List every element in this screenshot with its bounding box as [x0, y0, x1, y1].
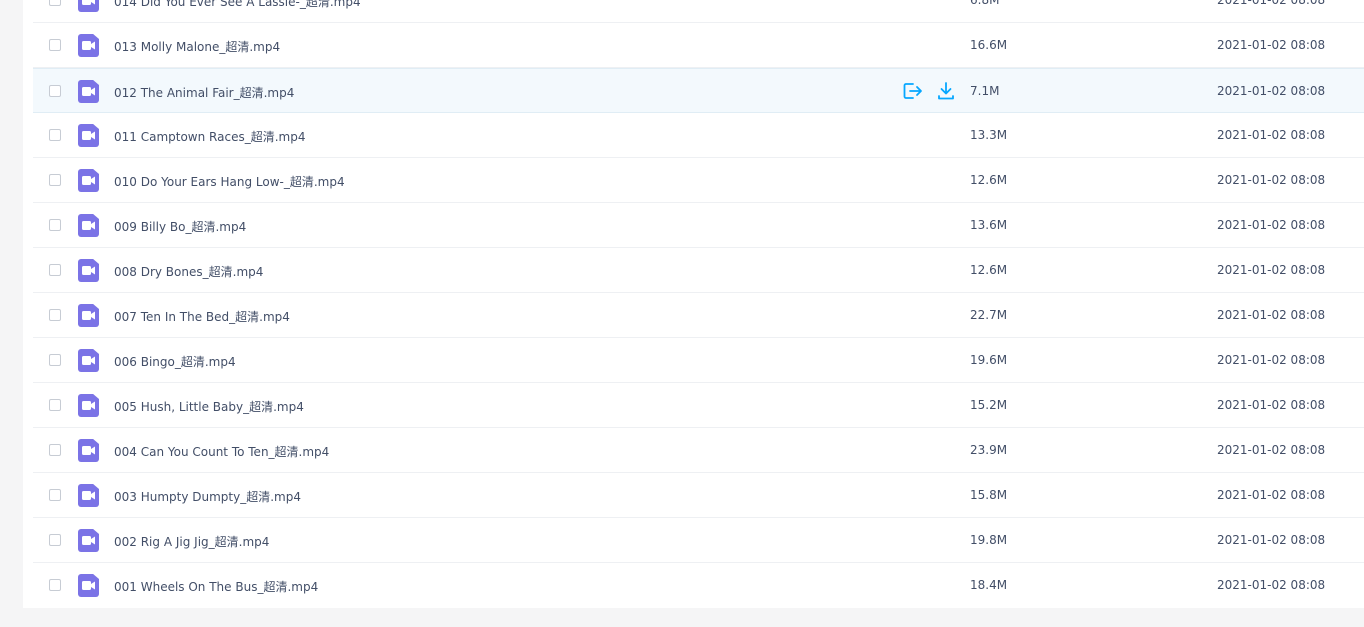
file-row[interactable]: 007 Ten In The Bed_超清.mp4 22.7M 2021-01-…	[33, 293, 1364, 338]
row-checkbox[interactable]	[49, 0, 61, 6]
file-row[interactable]: 004 Can You Count To Ten_超清.mp4 23.9M 20…	[33, 428, 1364, 473]
file-row[interactable]: 011 Camptown Races_超清.mp4 13.3M 2021-01-…	[33, 113, 1364, 158]
video-file-icon	[78, 574, 99, 597]
file-name[interactable]: 009 Billy Bo_超清.mp4	[114, 218, 246, 235]
file-date: 2021-01-02 08:08	[1217, 84, 1326, 98]
file-date: 2021-01-02 08:08	[1217, 398, 1326, 412]
file-size: 13.6M	[970, 218, 1008, 232]
file-size: 19.8M	[970, 533, 1008, 547]
file-date: 2021-01-02 08:08	[1217, 533, 1326, 547]
row-checkbox[interactable]	[49, 579, 61, 591]
download-icon[interactable]	[935, 81, 957, 101]
video-file-icon	[78, 34, 99, 57]
file-name[interactable]: 004 Can You Count To Ten_超清.mp4	[114, 443, 329, 460]
file-row[interactable]: 014 Did You Ever See A Lassie-_超清.mp4 6.…	[33, 0, 1364, 23]
file-size: 12.6M	[970, 263, 1008, 277]
video-file-icon	[78, 349, 99, 372]
file-size: 7.1M	[970, 84, 1000, 98]
row-checkbox[interactable]	[49, 129, 61, 141]
file-size: 6.8M	[970, 0, 1000, 7]
file-name[interactable]: 012 The Animal Fair_超清.mp4	[114, 84, 294, 101]
row-checkbox[interactable]	[49, 219, 61, 231]
file-name[interactable]: 006 Bingo_超清.mp4	[114, 353, 236, 370]
file-row[interactable]: 006 Bingo_超清.mp4 19.6M 2021-01-02 08:08	[33, 338, 1364, 383]
video-file-icon	[78, 259, 99, 282]
file-size: 12.6M	[970, 173, 1008, 187]
file-date: 2021-01-02 08:08	[1217, 353, 1326, 367]
file-name[interactable]: 005 Hush, Little Baby_超清.mp4	[114, 398, 304, 415]
row-checkbox[interactable]	[49, 309, 61, 321]
file-date: 2021-01-02 08:08	[1217, 38, 1326, 52]
row-checkbox[interactable]	[49, 85, 61, 97]
video-file-icon	[78, 80, 99, 103]
file-name[interactable]: 014 Did You Ever See A Lassie-_超清.mp4	[114, 0, 361, 10]
file-name[interactable]: 013 Molly Malone_超清.mp4	[114, 38, 280, 55]
share-icon[interactable]	[902, 81, 924, 101]
file-name[interactable]: 007 Ten In The Bed_超清.mp4	[114, 308, 290, 325]
file-row[interactable]: 003 Humpty Dumpty_超清.mp4 15.8M 2021-01-0…	[33, 473, 1364, 518]
file-date: 2021-01-02 08:08	[1217, 578, 1326, 592]
row-checkbox[interactable]	[49, 264, 61, 276]
file-date: 2021-01-02 08:08	[1217, 308, 1326, 322]
video-file-icon	[78, 214, 99, 237]
file-row[interactable]: 001 Wheels On The Bus_超清.mp4 18.4M 2021-…	[33, 563, 1364, 608]
file-size: 15.2M	[970, 398, 1008, 412]
row-checkbox[interactable]	[49, 39, 61, 51]
file-date: 2021-01-02 08:08	[1217, 173, 1326, 187]
file-size: 13.3M	[970, 128, 1008, 142]
file-row[interactable]: 012 The Animal Fair_超清.mp4 7.1M 2021-01-…	[33, 68, 1364, 113]
row-checkbox[interactable]	[49, 174, 61, 186]
row-checkbox[interactable]	[49, 399, 61, 411]
file-date: 2021-01-02 08:08	[1217, 218, 1326, 232]
row-checkbox[interactable]	[49, 444, 61, 456]
video-file-icon	[78, 124, 99, 147]
row-checkbox[interactable]	[49, 354, 61, 366]
file-name[interactable]: 003 Humpty Dumpty_超清.mp4	[114, 488, 301, 505]
file-row[interactable]: 002 Rig A Jig Jig_超清.mp4 19.8M 2021-01-0…	[33, 518, 1364, 563]
file-size: 16.6M	[970, 38, 1008, 52]
file-name[interactable]: 010 Do Your Ears Hang Low-_超清.mp4	[114, 173, 345, 190]
file-row[interactable]: 010 Do Your Ears Hang Low-_超清.mp4 12.6M …	[33, 158, 1364, 203]
file-size: 19.6M	[970, 353, 1008, 367]
file-date: 2021-01-02 08:08	[1217, 488, 1326, 502]
row-checkbox[interactable]	[49, 489, 61, 501]
file-date: 2021-01-02 08:08	[1217, 443, 1326, 457]
file-name[interactable]: 011 Camptown Races_超清.mp4	[114, 128, 305, 145]
video-file-icon	[78, 439, 99, 462]
video-file-icon	[78, 169, 99, 192]
file-date: 2021-01-02 08:08	[1217, 263, 1326, 277]
file-size: 15.8M	[970, 488, 1008, 502]
file-name[interactable]: 008 Dry Bones_超清.mp4	[114, 263, 263, 280]
file-size: 18.4M	[970, 578, 1008, 592]
video-file-icon	[78, 394, 99, 417]
file-date: 2021-01-02 08:08	[1217, 0, 1326, 7]
file-size: 23.9M	[970, 443, 1008, 457]
file-date: 2021-01-02 08:08	[1217, 128, 1326, 142]
video-file-icon	[78, 0, 99, 12]
file-list-panel: 014 Did You Ever See A Lassie-_超清.mp4 6.…	[23, 0, 1364, 608]
file-size: 22.7M	[970, 308, 1008, 322]
file-row[interactable]: 005 Hush, Little Baby_超清.mp4 15.2M 2021-…	[33, 383, 1364, 428]
video-file-icon	[78, 484, 99, 507]
file-row[interactable]: 008 Dry Bones_超清.mp4 12.6M 2021-01-02 08…	[33, 248, 1364, 293]
file-list: 014 Did You Ever See A Lassie-_超清.mp4 6.…	[23, 0, 1364, 608]
file-row[interactable]: 013 Molly Malone_超清.mp4 16.6M 2021-01-02…	[33, 23, 1364, 68]
row-checkbox[interactable]	[49, 534, 61, 546]
video-file-icon	[78, 304, 99, 327]
file-name[interactable]: 001 Wheels On The Bus_超清.mp4	[114, 578, 318, 595]
video-file-icon	[78, 529, 99, 552]
file-name[interactable]: 002 Rig A Jig Jig_超清.mp4	[114, 533, 269, 550]
file-row[interactable]: 009 Billy Bo_超清.mp4 13.6M 2021-01-02 08:…	[33, 203, 1364, 248]
